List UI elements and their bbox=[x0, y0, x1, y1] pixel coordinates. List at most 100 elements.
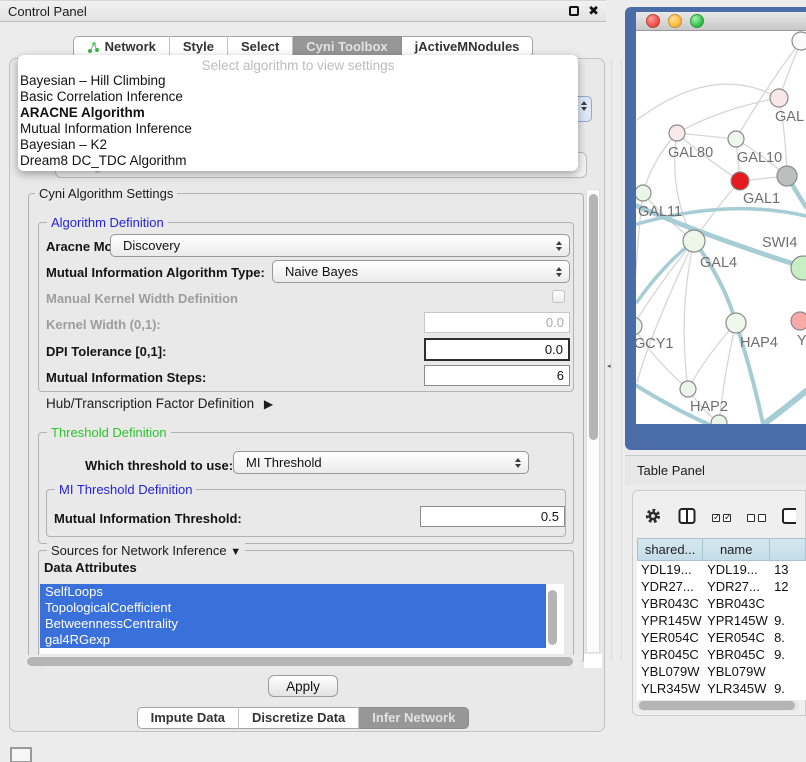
network-window-titlebar[interactable] bbox=[636, 12, 806, 31]
hub-definition-expander[interactable]: Hub/Transcription Factor Definition ▶ bbox=[46, 396, 273, 411]
table-row[interactable]: YDR27...YDR27...12 bbox=[637, 578, 806, 595]
network-node[interactable] bbox=[711, 415, 727, 424]
network-edge bbox=[643, 133, 677, 193]
attributes-vscrollbar-thumb[interactable] bbox=[548, 590, 557, 645]
network-node-gal10[interactable] bbox=[728, 131, 744, 147]
splitter-handle-icon[interactable]: ◂ bbox=[607, 363, 612, 370]
mi-algorithm-type-value: Naive Bayes bbox=[285, 264, 358, 279]
network-node-y[interactable] bbox=[791, 312, 806, 330]
algorithm-option-bayesian-hill-climbing[interactable]: Bayesian – Hill Climbing bbox=[18, 73, 578, 89]
settings-vscrollbar[interactable] bbox=[586, 189, 600, 653]
network-node-hap2[interactable] bbox=[680, 381, 696, 397]
table-cell: 9. bbox=[770, 647, 806, 662]
sources-group-title[interactable]: Sources for Network Inference ▼ bbox=[47, 543, 245, 558]
algorithm-dropdown-list: Bayesian – Hill ClimbingBasic Correlatio… bbox=[18, 73, 578, 169]
network-node-gal80[interactable] bbox=[669, 125, 685, 141]
aracne-mode-combo[interactable]: Discovery bbox=[110, 234, 570, 257]
column-header-name[interactable]: name bbox=[703, 538, 770, 561]
inference-algorithm-combo-edge[interactable] bbox=[576, 96, 592, 122]
table-row[interactable]: YBL079WYBL079W bbox=[637, 663, 806, 680]
table-row[interactable]: YBR045CYBR045C9. bbox=[637, 646, 806, 663]
mi-algorithm-type-combo[interactable]: Naive Bayes bbox=[272, 260, 570, 283]
zoom-traffic-light-icon[interactable] bbox=[690, 14, 704, 28]
algorithm-option-bayesian-k2[interactable]: Bayesian – K2 bbox=[18, 137, 578, 153]
table-row[interactable]: YPR145WYPR145W9. bbox=[637, 612, 806, 629]
table-row[interactable]: YLR345WYLR345W9. bbox=[637, 680, 806, 697]
table-cell: YPR145W bbox=[703, 613, 770, 628]
node-label: HAP2 bbox=[690, 399, 728, 415]
node-label: GAL10 bbox=[737, 150, 782, 166]
network-node-gal11[interactable] bbox=[636, 185, 651, 201]
dpi-tolerance-input[interactable]: 0.0 bbox=[424, 338, 570, 361]
which-threshold-combo[interactable]: MI Threshold bbox=[233, 451, 529, 474]
algorithm-option-mutual-information-inference[interactable]: Mutual Information Inference bbox=[18, 121, 578, 137]
table-cell: 13 bbox=[770, 562, 806, 577]
table-row[interactable]: YBR043CYBR043C bbox=[637, 595, 806, 612]
table-cell: 12 bbox=[770, 579, 806, 594]
scrollbar-corner bbox=[584, 654, 602, 668]
node-label: GAL11 bbox=[638, 204, 682, 220]
algorithm-option-basic-correlation-inference[interactable]: Basic Correlation Inference bbox=[18, 89, 578, 105]
network-node-swi4[interactable] bbox=[791, 256, 806, 280]
mi-threshold-input[interactable]: 0.5 bbox=[420, 506, 565, 527]
table-cell: 8. bbox=[770, 630, 806, 645]
data-attributes-list[interactable]: SelfLoopsTopologicalCoefficientBetweenne… bbox=[40, 584, 564, 654]
select-all-columns-icon[interactable]: ✓✓ bbox=[712, 514, 731, 522]
table-panel-toolbar: ✓✓ bbox=[644, 506, 806, 530]
network-node-hap4[interactable] bbox=[726, 313, 746, 333]
tab-label: Cyni Toolbox bbox=[306, 37, 387, 57]
settings-hscrollbar[interactable] bbox=[24, 655, 582, 667]
split-columns-icon[interactable] bbox=[678, 507, 696, 530]
bottom-tab-impute-data[interactable]: Impute Data bbox=[137, 707, 239, 729]
cyni-settings-group-title: Cyni Algorithm Settings bbox=[35, 186, 177, 201]
attribute-item-gal4rgexp[interactable]: gal4RGexp bbox=[40, 632, 546, 648]
mi-steps-input[interactable]: 6 bbox=[424, 365, 570, 386]
network-view-canvas[interactable]: GALGAL80GAL10GAL1GAL11GAL4SWI4GCY1HAP4YH… bbox=[636, 31, 806, 424]
table-cell: YER054C bbox=[637, 630, 703, 645]
network-node[interactable] bbox=[792, 32, 806, 50]
tab-label: Network bbox=[105, 37, 156, 57]
tab-label: Discretize Data bbox=[252, 708, 345, 728]
network-node-gal1[interactable] bbox=[731, 172, 749, 190]
bottom-tab-discretize-data[interactable]: Discretize Data bbox=[239, 707, 359, 729]
kernel-width-input[interactable]: 0.0 bbox=[424, 312, 570, 333]
close-icon[interactable]: ✖ bbox=[588, 4, 599, 17]
settings-gear-icon[interactable] bbox=[644, 507, 662, 530]
node-label: GAL bbox=[775, 109, 804, 125]
node-label: SWI4 bbox=[762, 235, 797, 251]
attribute-item-betweennesscentrality[interactable]: BetweennessCentrality bbox=[40, 616, 546, 632]
manual-kernel-width-label: Manual Kernel Width Definition bbox=[46, 291, 238, 306]
collapse-down-icon: ▼ bbox=[230, 546, 241, 558]
manual-kernel-width-checkbox[interactable] bbox=[552, 290, 565, 303]
node-label: GAL80 bbox=[668, 145, 713, 161]
algorithm-option-aracne-algorithm[interactable]: ARACNE Algorithm bbox=[18, 105, 578, 121]
table-cell: 9. bbox=[770, 681, 806, 696]
which-threshold-value: MI Threshold bbox=[246, 455, 322, 470]
network-node-gal4[interactable] bbox=[683, 230, 705, 252]
split-pane-divider[interactable]: ◂ bbox=[606, 0, 625, 762]
float-window-icon[interactable] bbox=[569, 6, 579, 16]
close-traffic-light-icon[interactable] bbox=[646, 14, 660, 28]
table-cell: YER054C bbox=[703, 630, 770, 645]
column-header-cut[interactable] bbox=[770, 538, 806, 561]
new-object-icon[interactable] bbox=[782, 507, 796, 530]
bottom-tab-infer-network[interactable]: Infer Network bbox=[359, 707, 469, 729]
mi-steps-label: Mutual Information Steps: bbox=[46, 370, 206, 385]
network-edge bbox=[636, 241, 694, 326]
attribute-item-topologicalcoefficient[interactable]: TopologicalCoefficient bbox=[40, 600, 546, 616]
network-node[interactable] bbox=[777, 166, 797, 186]
column-header-shared[interactable]: shared... bbox=[637, 538, 703, 561]
table-hscrollbar[interactable] bbox=[637, 700, 799, 711]
attribute-item-selfloops[interactable]: SelfLoops bbox=[40, 584, 546, 600]
collapsed-window-icon[interactable] bbox=[10, 747, 32, 762]
table-row[interactable]: YER054CYER054C8. bbox=[637, 629, 806, 646]
table-cell: YBL079W bbox=[703, 664, 770, 679]
table-row[interactable]: YDL19...YDL19...13 bbox=[637, 561, 806, 578]
minimize-traffic-light-icon[interactable] bbox=[668, 14, 682, 28]
unselect-all-columns-icon[interactable] bbox=[747, 514, 766, 522]
algorithm-option-dream8-dc-tdc-algorithm[interactable]: Dream8 DC_TDC Algorithm bbox=[18, 153, 578, 169]
network-node-gcy1[interactable] bbox=[636, 317, 642, 335]
table-cell: YDL19... bbox=[703, 562, 770, 577]
network-node-gal[interactable] bbox=[770, 89, 788, 107]
apply-button[interactable]: Apply bbox=[268, 675, 338, 697]
